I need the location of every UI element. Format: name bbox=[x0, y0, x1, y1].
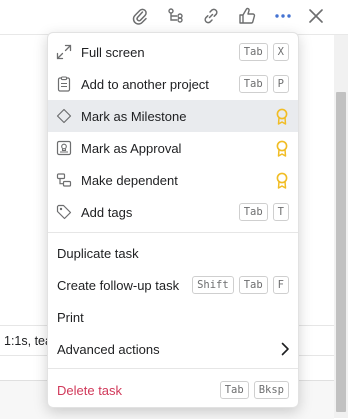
scrollbar[interactable] bbox=[334, 35, 348, 418]
scrollbar-thumb[interactable] bbox=[336, 92, 346, 412]
task-toolbar bbox=[0, 0, 348, 35]
menu-item-label: Duplicate task bbox=[57, 245, 139, 261]
shortcut-key: Bksp bbox=[253, 381, 289, 399]
menu-item-label: Make dependent bbox=[81, 172, 178, 188]
expand-icon bbox=[56, 44, 72, 60]
menu-item-advanced-actions[interactable]: Advanced actions bbox=[48, 333, 298, 365]
menu-item-label: Advanced actions bbox=[57, 341, 160, 357]
shortcut-key: F bbox=[272, 276, 289, 294]
menu-item-duplicate-task[interactable]: Duplicate task bbox=[48, 237, 298, 269]
menu-item-label: Mark as Approval bbox=[81, 140, 182, 156]
menu-item-label: Print bbox=[57, 309, 84, 325]
dependency-icon bbox=[56, 173, 72, 187]
menu-divider bbox=[48, 232, 298, 233]
shortcut-key: Shift bbox=[192, 276, 234, 294]
more-actions-menu: Full screen Tab X Add to another project… bbox=[47, 32, 299, 408]
menu-item-create-follow-up[interactable]: Create follow-up task Shift Tab F bbox=[48, 269, 298, 301]
menu-item-label: Delete task bbox=[57, 382, 123, 398]
shortcut-keys: Shift Tab F bbox=[192, 276, 289, 294]
shortcut-key: Tab bbox=[238, 43, 268, 61]
close-icon[interactable] bbox=[305, 5, 327, 27]
menu-item-label: Full screen bbox=[81, 44, 145, 60]
menu-item-add-tags[interactable]: Add tags Tab T bbox=[48, 196, 298, 228]
menu-item-full-screen[interactable]: Full screen Tab X bbox=[48, 36, 298, 68]
menu-item-add-to-project[interactable]: Add to another project Tab P bbox=[48, 68, 298, 100]
shortcut-keys: Tab X bbox=[238, 43, 289, 61]
menu-item-label: Add tags bbox=[81, 204, 133, 220]
like-icon[interactable] bbox=[236, 5, 258, 27]
menu-item-label: Mark as Milestone bbox=[81, 108, 187, 124]
approval-icon bbox=[56, 140, 72, 156]
premium-badge-icon bbox=[276, 172, 288, 189]
menu-item-mark-milestone[interactable]: Mark as Milestone bbox=[48, 100, 298, 132]
tag-icon bbox=[56, 204, 72, 220]
shortcut-key: Tab bbox=[219, 381, 249, 399]
premium-badge-icon bbox=[276, 140, 288, 157]
shortcut-key: P bbox=[272, 75, 289, 93]
shortcut-key: T bbox=[272, 203, 289, 221]
link-icon[interactable] bbox=[200, 5, 222, 27]
shortcut-key: Tab bbox=[238, 276, 268, 294]
premium-badge-icon bbox=[276, 108, 288, 125]
shortcut-keys: Tab Bksp bbox=[219, 381, 289, 399]
shortcut-key: Tab bbox=[238, 75, 268, 93]
menu-item-label: Add to another project bbox=[81, 76, 209, 92]
shortcut-key: Tab bbox=[238, 203, 268, 221]
subtasks-icon[interactable] bbox=[165, 5, 187, 27]
menu-divider bbox=[48, 368, 298, 369]
milestone-icon bbox=[56, 108, 72, 124]
chevron-right-icon bbox=[281, 342, 289, 356]
description-text: 1:1s, tea bbox=[4, 334, 52, 348]
more-icon[interactable] bbox=[272, 5, 294, 27]
shortcut-key: X bbox=[272, 43, 289, 61]
shortcut-keys: Tab P bbox=[238, 75, 289, 93]
shortcut-keys: Tab T bbox=[238, 203, 289, 221]
attachment-icon[interactable] bbox=[129, 5, 151, 27]
menu-item-delete-task[interactable]: Delete task Tab Bksp bbox=[48, 374, 298, 406]
menu-item-print[interactable]: Print bbox=[48, 301, 298, 333]
clipboard-icon bbox=[57, 76, 71, 92]
menu-item-label: Create follow-up task bbox=[57, 277, 180, 293]
menu-item-make-dependent[interactable]: Make dependent bbox=[48, 164, 298, 196]
menu-item-mark-approval[interactable]: Mark as Approval bbox=[48, 132, 298, 164]
